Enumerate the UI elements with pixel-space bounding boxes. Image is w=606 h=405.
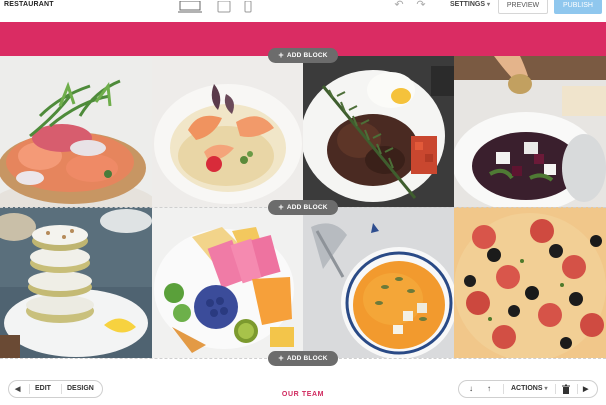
add-block-button[interactable]: + ADD BLOCK: [268, 200, 338, 215]
gallery-image-donuts: [0, 207, 152, 358]
settings-label: SETTINGS: [450, 1, 486, 8]
gallery-image-salmon-toast: [0, 56, 152, 207]
editor-toolbar: RESTAURANT ↶ ↷ SETTINGS ▾ PREVIEW PUBLISH: [0, 0, 606, 22]
plus-icon: +: [278, 50, 284, 60]
arrow-up-icon[interactable]: ↑: [487, 384, 491, 393]
gallery-image-shrimp-dish: [152, 56, 303, 207]
plus-icon: +: [278, 202, 284, 212]
actions-label: ACTIONS: [511, 385, 543, 392]
arrow-down-icon[interactable]: ↓: [469, 384, 473, 393]
actions-menu[interactable]: ACTIONS ▾: [511, 385, 548, 392]
gallery-image-pepperoni-pizza: [454, 207, 606, 358]
chevron-right-icon[interactable]: ▶: [583, 385, 588, 393]
add-block-label: ADD BLOCK: [286, 52, 328, 59]
separator: [503, 384, 504, 394]
trash-icon[interactable]: [561, 384, 571, 394]
preview-button[interactable]: PREVIEW: [498, 0, 548, 14]
separator: [577, 384, 578, 394]
gallery-image-fruit-platter: [152, 207, 303, 358]
tablet-icon[interactable]: [216, 0, 232, 13]
redo-icon[interactable]: ↷: [414, 0, 428, 12]
chevron-down-icon: ▾: [487, 2, 491, 8]
desktop-icon[interactable]: [178, 0, 202, 13]
block-action-controls: ↓ ↑ ACTIONS ▾ ▶: [458, 380, 598, 398]
site-name: RESTAURANT: [4, 1, 54, 8]
phone-icon[interactable]: [244, 0, 252, 13]
gallery-image-pumpkin-soup: [303, 207, 454, 358]
add-block-button[interactable]: + ADD BLOCK: [268, 351, 338, 366]
add-block-label: ADD BLOCK: [286, 355, 328, 362]
settings-menu[interactable]: SETTINGS ▾: [450, 1, 490, 8]
gallery-image-beet-salad: [454, 56, 606, 207]
chevron-down-icon: ▾: [544, 386, 548, 392]
gallery-image-steak: [303, 56, 454, 207]
add-block-button[interactable]: + ADD BLOCK: [268, 48, 338, 63]
separator: [555, 384, 556, 394]
plus-icon: +: [278, 353, 284, 363]
undo-icon[interactable]: ↶: [392, 0, 406, 12]
add-block-label: ADD BLOCK: [286, 204, 328, 211]
publish-button[interactable]: PUBLISH: [554, 0, 602, 14]
